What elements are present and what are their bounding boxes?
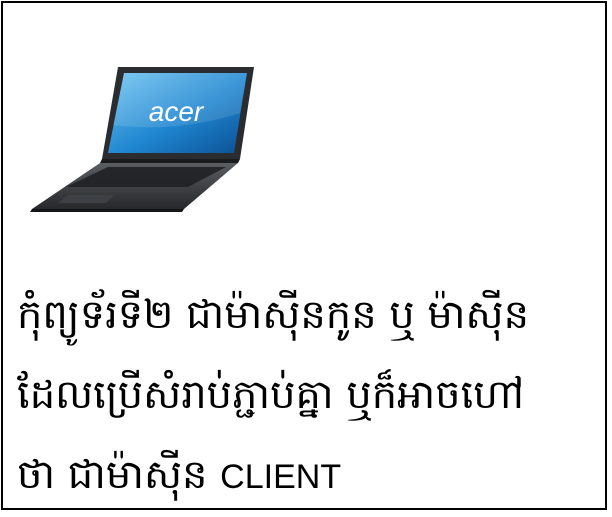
laptop-icon: acer xyxy=(30,67,254,212)
caption-line-3: ថា ជាម៉ាស៊ីន CLIENT xyxy=(17,435,597,517)
caption-line-2: ដែលប្រើសំរាប់ភ្ជាប់គ្នា ឬក៏អាចហៅ xyxy=(17,372,525,418)
client-term: CLIENT xyxy=(220,458,342,496)
laptop-image: acer xyxy=(28,63,258,213)
caption-line-3-khmer: ថា ជាម៉ាស៊ីន xyxy=(17,452,221,498)
caption-line-1: កុំព្យូទ័រទី២ ជាម៉ាស៊ីនកូន ឬ ម៉ាស៊ីន xyxy=(17,292,529,338)
slide-card: acer កុំព្យូទ័រទី២ ជាម៉ាស៊ីនកូន ឬ ម៉ាស៊ី… xyxy=(1,1,607,510)
acer-logo: acer xyxy=(149,96,205,127)
caption-text: កុំព្យូទ័រទី២ ជាម៉ាស៊ីនកូន ឬ ម៉ាស៊ីន ដែល… xyxy=(17,275,597,517)
